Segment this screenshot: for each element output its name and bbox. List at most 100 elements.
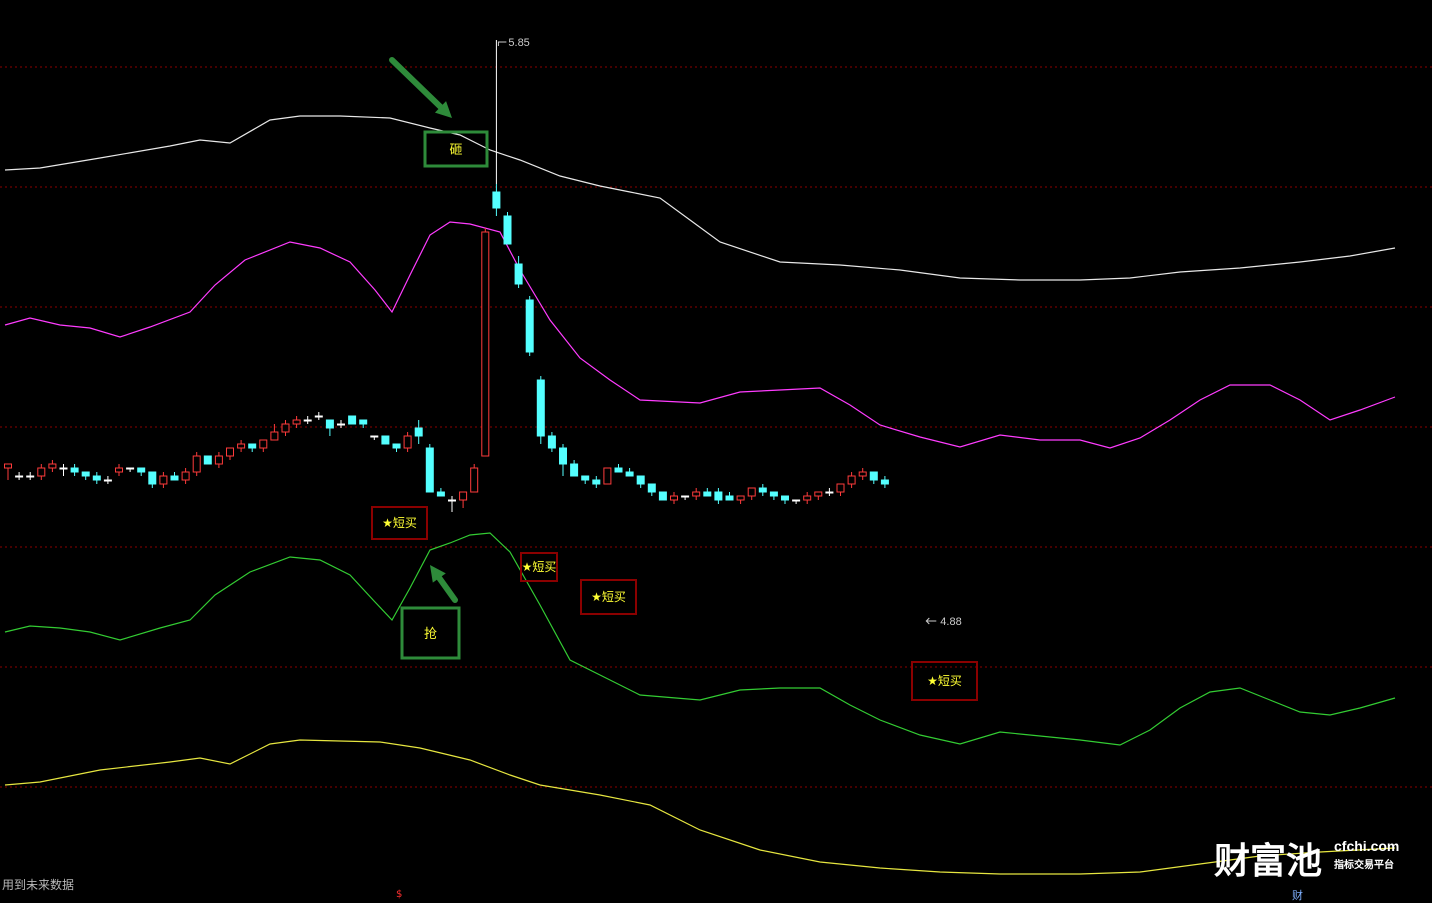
candle	[825, 488, 834, 496]
candle	[337, 420, 345, 428]
grid-lines	[0, 66, 1432, 788]
candle	[414, 420, 423, 444]
candle	[836, 483, 845, 496]
candle	[392, 443, 401, 452]
candle-body	[181, 471, 190, 481]
candle	[559, 444, 567, 476]
band-top-line	[4, 115, 1396, 281]
candle	[81, 471, 90, 480]
candle-body	[470, 467, 479, 493]
band-bottom-line	[4, 739, 1396, 875]
high-arrow-icon	[497, 41, 507, 46]
candle-body	[436, 491, 445, 497]
candle-body	[570, 463, 579, 477]
callout-label: 砸	[449, 143, 462, 158]
candle	[481, 228, 490, 457]
candle-body	[492, 191, 501, 209]
candle-body	[559, 447, 567, 465]
candle-body	[658, 491, 667, 501]
candle	[48, 460, 57, 472]
candle-body	[92, 475, 101, 481]
candle	[581, 475, 590, 484]
candle-body	[825, 491, 834, 494]
candle-body	[115, 467, 123, 473]
candle-body	[769, 491, 778, 497]
candle	[4, 463, 12, 480]
candle-body	[792, 499, 801, 502]
candle-body	[148, 471, 157, 485]
candle	[736, 495, 745, 504]
candle	[15, 472, 24, 480]
candle	[381, 435, 390, 445]
candle-body	[26, 475, 35, 478]
candle-body	[359, 419, 368, 425]
watermark-cn-text: 财富池	[1214, 841, 1323, 882]
candle-body	[403, 435, 412, 449]
low-arrow-icon	[925, 617, 937, 625]
candle	[536, 376, 545, 444]
signal-label: ★短买	[522, 560, 557, 574]
candle	[814, 491, 823, 500]
candle-body	[636, 475, 645, 485]
candle-body	[880, 479, 889, 485]
candle-body	[547, 435, 556, 449]
candle-body	[448, 499, 456, 502]
candle-body	[381, 435, 390, 445]
candle	[803, 492, 812, 504]
candle	[869, 471, 878, 484]
candle	[292, 416, 301, 428]
candle	[425, 444, 434, 493]
watermark-subtitle: 指标交易平台	[1334, 860, 1394, 871]
candle-body	[514, 263, 523, 285]
candle	[625, 468, 634, 477]
candle-body	[536, 379, 545, 437]
price-chart: 5.85 4.88 ★短买 ★短买 ★短买 ★短买 砸抢	[0, 37, 1432, 875]
candle	[170, 472, 179, 481]
candle-body	[325, 419, 334, 429]
candle	[137, 467, 146, 476]
candle	[436, 488, 445, 497]
candle-body	[847, 475, 856, 485]
candle	[248, 443, 257, 452]
candle	[492, 184, 501, 216]
candle	[758, 484, 767, 496]
candle-body	[270, 431, 279, 441]
candle	[692, 488, 701, 500]
candle	[858, 468, 867, 480]
candle	[314, 412, 323, 420]
candle	[115, 464, 123, 476]
candle	[214, 452, 223, 468]
candle	[703, 488, 712, 497]
candle-body	[614, 467, 623, 473]
candle-body	[647, 483, 656, 493]
candle	[547, 432, 556, 452]
candle	[880, 476, 889, 488]
candle	[747, 487, 756, 500]
candle-body	[814, 491, 823, 497]
candle-body	[214, 455, 223, 465]
candle-body	[503, 215, 512, 245]
candle	[470, 464, 479, 493]
candle-body	[314, 415, 323, 418]
candle	[303, 416, 312, 424]
candle-body	[226, 447, 234, 457]
candle	[159, 472, 168, 488]
candle-body	[281, 423, 290, 433]
watermark-url: cfchi.com	[1334, 838, 1400, 854]
candle	[570, 460, 579, 477]
candle-body	[481, 231, 490, 457]
candle	[103, 476, 112, 484]
candle	[448, 496, 456, 512]
candle	[647, 483, 656, 496]
candle-body	[625, 471, 634, 477]
bottom-marker-dollar: $	[396, 889, 403, 900]
candle-body	[858, 471, 867, 477]
candle	[237, 440, 246, 452]
candle-body	[758, 487, 767, 493]
high-price-label: 5.85	[508, 37, 529, 49]
candle-body	[670, 495, 678, 501]
candle	[847, 472, 856, 488]
candle	[503, 212, 512, 245]
candle-body	[392, 443, 401, 449]
arrow-up-icon-shaft	[436, 575, 458, 603]
